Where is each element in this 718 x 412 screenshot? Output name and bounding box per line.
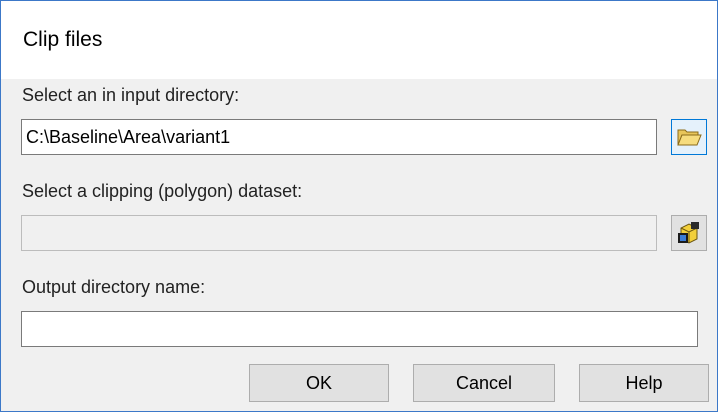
folder-open-icon	[677, 129, 702, 146]
ok-button[interactable]: OK	[249, 364, 389, 402]
cancel-button[interactable]: Cancel	[413, 364, 555, 402]
input-directory-field[interactable]: C:\Baseline\Area\variant1	[21, 119, 657, 155]
clip-files-dialog: Clip files Select an in input directory:…	[0, 0, 718, 412]
output-directory-label: Output directory name:	[22, 277, 206, 297]
browse-input-directory-button[interactable]	[671, 119, 707, 155]
browse-clipping-dataset-button[interactable]	[671, 215, 707, 251]
dialog-title: Clip files	[23, 28, 103, 51]
help-button[interactable]: Help	[579, 364, 709, 402]
add-data-icon	[678, 222, 699, 244]
clipping-dataset-label: Select a clipping (polygon) dataset:	[22, 181, 303, 201]
title-bar: Clip files	[1, 1, 717, 79]
input-directory-label: Select an in input directory:	[22, 85, 240, 105]
output-directory-field[interactable]	[21, 311, 698, 347]
clipping-dataset-field[interactable]	[21, 215, 657, 251]
